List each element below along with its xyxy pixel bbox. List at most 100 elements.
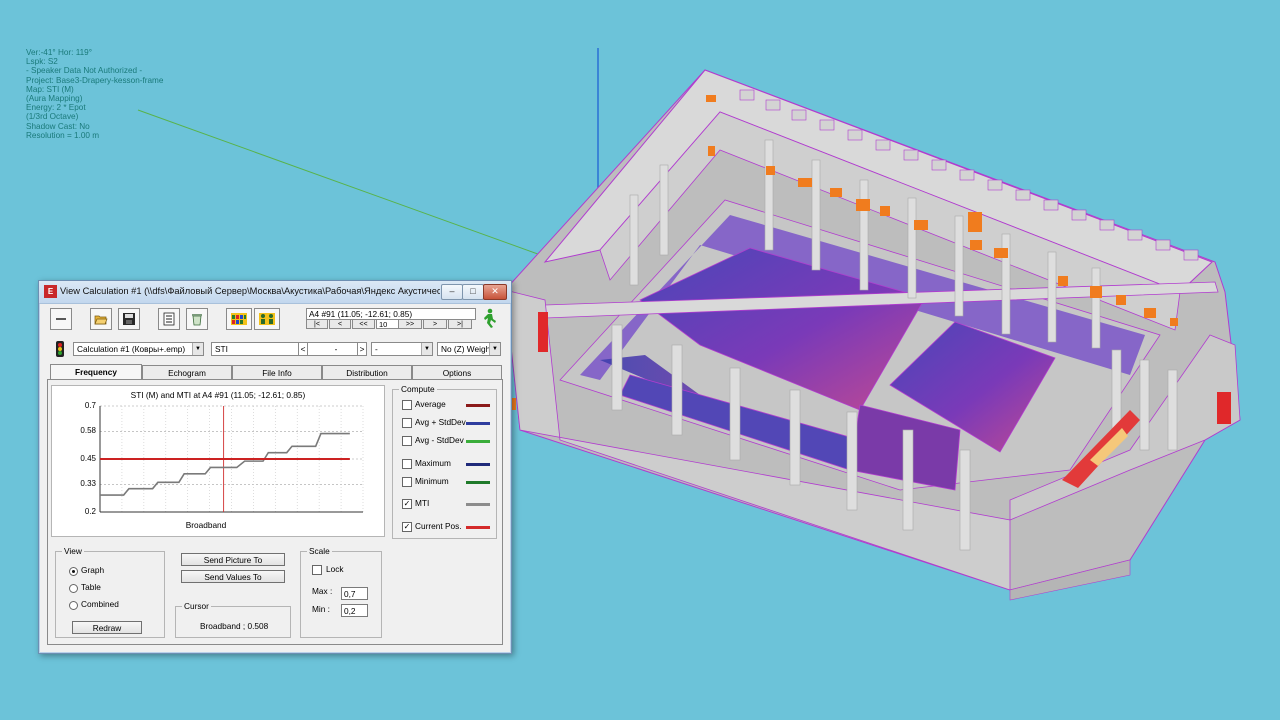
info-line: (1/3rd Octave): [26, 112, 79, 122]
compute-label: Maximum: [415, 458, 451, 468]
cursor-group: Cursor: [175, 601, 291, 638]
view-table-radio[interactable]: [69, 584, 78, 593]
tab-file-info[interactable]: File Info: [232, 365, 322, 379]
chart-x-label: Broadband: [185, 520, 227, 530]
persons-icon: [259, 313, 275, 325]
max-label: Max :: [312, 586, 333, 596]
weighting-select[interactable]: No (Z) Weigh ▼: [437, 342, 501, 356]
scale-title: Scale: [309, 546, 330, 556]
recycle-icon: [192, 314, 202, 326]
chart-plot[interactable]: [52, 386, 384, 536]
view-calculation-window: E View Calculation #1 (\\dfs\Файловый Се…: [38, 280, 512, 654]
report-icon: [163, 312, 175, 326]
view-graph-label: Graph: [81, 565, 105, 575]
info-line: Resolution = 1.00 m: [26, 130, 100, 140]
chevron-down-icon: ▼: [192, 343, 203, 355]
info-line: Project: Base3-Drapery-kesson-frame: [26, 75, 164, 85]
series-line-mti: [100, 432, 350, 496]
send-values-button[interactable]: Send Values To: [181, 570, 285, 583]
band-select[interactable]: - ▼: [371, 342, 433, 356]
compute-label: MTI: [415, 498, 430, 508]
nav-prev-fast-button[interactable]: <<: [352, 319, 375, 329]
nav-next-button[interactable]: >: [423, 319, 447, 329]
min-input[interactable]: 0,2: [341, 604, 368, 617]
app-icon: E: [44, 285, 57, 298]
max-input[interactable]: 0,7: [341, 587, 368, 600]
map-grid-icon: [231, 313, 247, 325]
view-info-overlay: Ver:-41° Hor: 119° Lspk: S2- Speaker Data…: [26, 48, 163, 140]
compute-checkbox[interactable]: [402, 436, 412, 446]
info-line: Energy: 2 * Epot: [26, 103, 86, 113]
traffic-light-icon: [56, 341, 64, 357]
view-graph-radio[interactable]: [69, 567, 78, 576]
persons-button[interactable]: [254, 308, 280, 330]
speaker-aim-line: [137, 109, 561, 263]
tab-echogram[interactable]: Echogram: [142, 365, 232, 379]
open-button[interactable]: [90, 308, 112, 330]
compute-color-swatch: [466, 503, 490, 506]
nav-last-button[interactable]: >|: [448, 319, 472, 329]
tab-distribution[interactable]: Distribution: [322, 365, 412, 379]
nav-first-button[interactable]: |<: [306, 319, 328, 329]
info-line: Shadow Cast: No: [26, 121, 90, 131]
send-picture-button[interactable]: Send Picture To: [181, 553, 285, 566]
view-combined-radio[interactable]: [69, 601, 78, 610]
cursor-value: Broadband ; 0.508: [200, 621, 269, 631]
compute-color-swatch: [466, 422, 490, 425]
recycle-button[interactable]: [186, 308, 208, 330]
dash-button[interactable]: [50, 308, 72, 330]
lock-label: Lock: [326, 564, 344, 574]
folder-open-icon: [94, 315, 108, 325]
compute-color-swatch: [466, 440, 490, 443]
compute-color-swatch: [466, 526, 490, 529]
next-frequency-button[interactable]: >: [357, 342, 367, 356]
compute-title: Compute: [401, 384, 435, 394]
tab-frequency[interactable]: Frequency: [50, 364, 142, 380]
cursor-title: Cursor: [184, 601, 209, 611]
compute-checkbox[interactable]: [402, 477, 412, 487]
min-label: Min :: [312, 604, 330, 614]
minimize-button[interactable]: –: [441, 284, 463, 300]
compute-checkbox[interactable]: [402, 459, 412, 469]
tab-options[interactable]: Options: [412, 365, 502, 379]
view-title: View: [64, 546, 82, 556]
map-grid-button[interactable]: [226, 308, 252, 330]
close-button[interactable]: ✕: [483, 284, 507, 300]
dash-icon: [56, 318, 66, 320]
walking-person-icon: [484, 308, 496, 328]
info-line: Map: STI (M): [26, 84, 74, 94]
compute-color-swatch: [466, 404, 490, 407]
maximize-button[interactable]: □: [462, 284, 484, 300]
report-button[interactable]: [158, 308, 180, 330]
lock-checkbox[interactable]: [312, 565, 322, 575]
compute-label: Minimum: [415, 476, 449, 486]
compute-label: Current Pos.: [415, 521, 462, 531]
view-table-label: Table: [81, 582, 101, 592]
info-line: - Speaker Data Not Authorized -: [26, 66, 143, 76]
redraw-button[interactable]: Redraw: [72, 621, 142, 634]
nav-prev-button[interactable]: <: [329, 319, 351, 329]
position-navigator: A4 #91 (11.05; -12.61; 0.85) |< < << 10 …: [306, 308, 476, 330]
compute-checkbox[interactable]: [402, 400, 412, 410]
compute-checkbox[interactable]: ✓: [402, 522, 412, 532]
info-line: Ver:-41° Hor: 119°: [26, 48, 93, 57]
compute-label: Avg - StdDev: [415, 435, 464, 445]
frequency-chart: STI (M) and MTI at A4 #91 (11.05; -12.61…: [51, 385, 385, 537]
chevron-down-icon: ▼: [489, 343, 500, 355]
calculation-select[interactable]: Calculation #1 (Ковры+.emp) ▼: [73, 342, 204, 356]
info-line: Lspk: S2: [26, 57, 58, 67]
save-button[interactable]: [118, 308, 140, 330]
chevron-down-icon: ▼: [421, 343, 432, 355]
compute-label: Avg + StdDev: [415, 417, 466, 427]
info-line: (Aura Mapping): [26, 94, 83, 104]
window-title: View Calculation #1 (\\dfs\Файловый Серв…: [60, 286, 440, 296]
compute-checkbox[interactable]: ✓: [402, 499, 412, 509]
compute-label: Average: [415, 399, 446, 409]
view-combined-label: Combined: [81, 599, 119, 609]
nav-next-fast-button[interactable]: >>: [398, 319, 422, 329]
walk-button[interactable]: [479, 308, 501, 330]
title-bar[interactable]: E View Calculation #1 (\\dfs\Файловый Се…: [39, 281, 511, 304]
save-icon: [123, 313, 135, 325]
compute-checkbox[interactable]: [402, 418, 412, 428]
compute-color-swatch: [466, 481, 490, 484]
